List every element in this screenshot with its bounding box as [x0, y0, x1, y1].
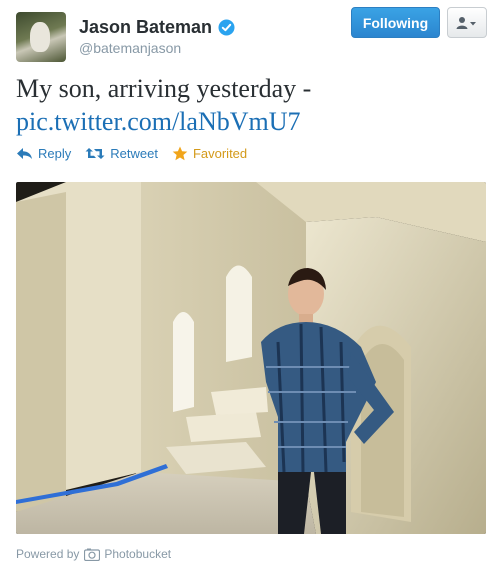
star-icon: [172, 146, 188, 160]
favorite-button[interactable]: Favorited: [172, 146, 247, 161]
powered-by: Powered by Photobucket: [16, 547, 171, 561]
photo-image: [16, 182, 486, 534]
reply-label: Reply: [38, 145, 72, 161]
avatar[interactable]: [16, 12, 66, 62]
user-name[interactable]: Jason Bateman: [79, 17, 212, 38]
following-button[interactable]: Following: [351, 7, 440, 38]
reply-icon: [17, 147, 32, 159]
verified-badge-icon: [218, 19, 235, 36]
user-handle[interactable]: @batemanjason: [79, 40, 181, 56]
tweet-text: My son, arriving yesterday -: [16, 74, 312, 103]
powered-by-label: Powered by: [16, 547, 80, 561]
tweet-media-link[interactable]: pic.twitter.com/laNbVmU7: [16, 105, 486, 138]
photobucket-label[interactable]: Photobucket: [104, 547, 171, 561]
avatar-dog-shape: [30, 22, 50, 52]
user-dropdown-icon: [456, 16, 476, 29]
tweet-photo[interactable]: [16, 182, 486, 534]
retweet-icon: [85, 147, 105, 159]
reply-button[interactable]: Reply: [16, 146, 71, 161]
favorite-label: Favorited: [192, 145, 248, 161]
retweet-label: Retweet: [110, 145, 158, 161]
tweet-actions: Reply Retweet Favorited: [16, 143, 261, 163]
retweet-button[interactable]: Retweet: [85, 146, 158, 161]
user-actions-button[interactable]: [447, 7, 487, 38]
photobucket-icon: [84, 548, 101, 561]
tweet-body: My son, arriving yesterday - pic.twitter…: [16, 72, 486, 138]
user-name-row[interactable]: Jason Bateman: [79, 17, 235, 38]
